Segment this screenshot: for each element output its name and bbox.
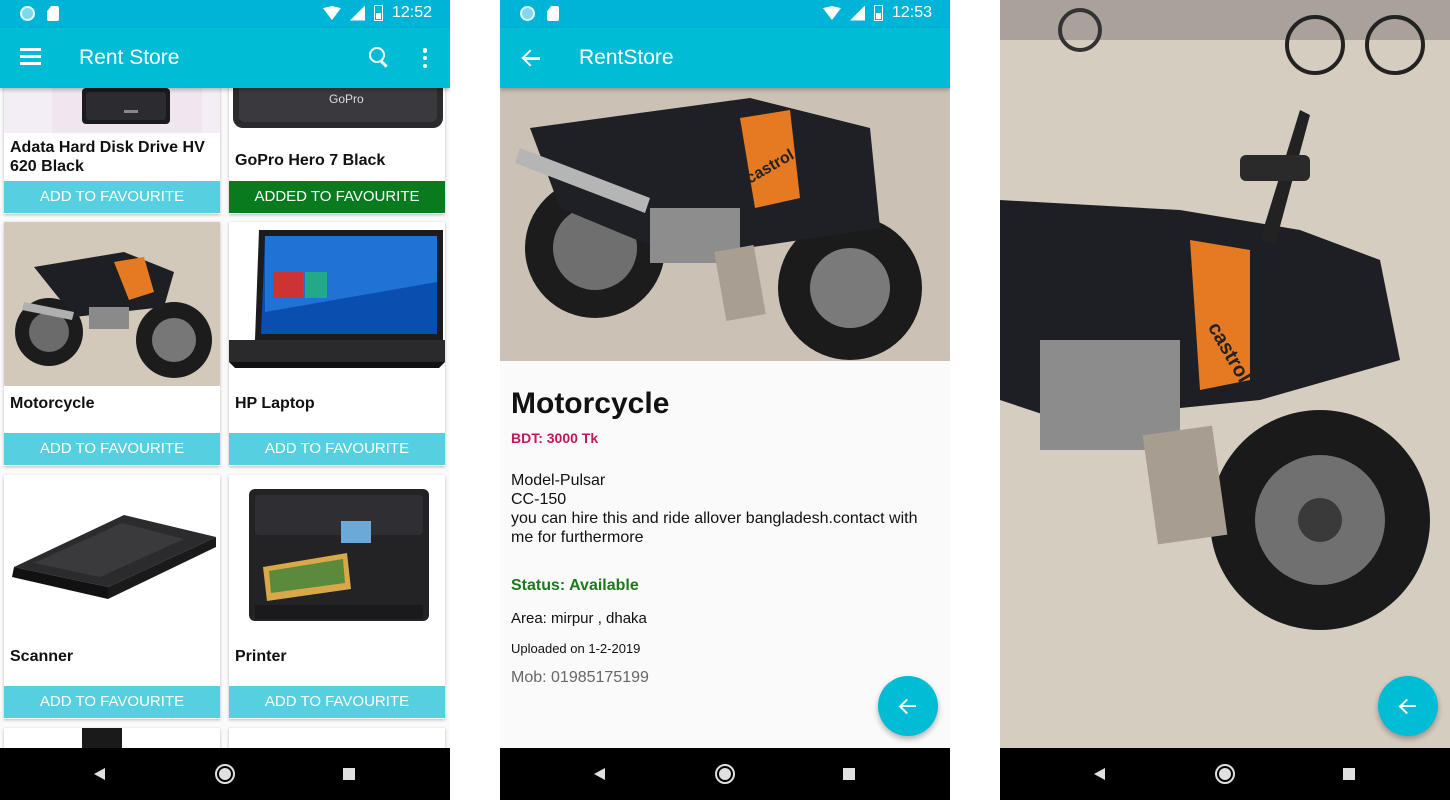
laptop-image	[229, 222, 445, 386]
description-line: Model-Pulsar	[511, 472, 606, 489]
product-card[interactable]: Motorcycle ADD TO FAVOURITE	[4, 222, 220, 466]
notification-icon	[20, 6, 35, 21]
status-bar: 12:53	[500, 0, 950, 28]
sd-card-icon	[547, 6, 559, 21]
search-icon[interactable]	[368, 46, 390, 68]
product-grid: Adata Hard Disk Drive HV 620 Black ADD T…	[0, 88, 450, 748]
nav-home-icon[interactable]	[215, 764, 235, 784]
status-time: 12:52	[391, 4, 432, 21]
product-name: GoPro Hero 7 Black	[235, 152, 386, 169]
status-bar: 12:52	[0, 0, 450, 28]
nav-home-icon[interactable]	[715, 764, 735, 784]
signal-icon	[849, 5, 865, 21]
fullscreen-image-screen: castrol	[1000, 0, 1450, 800]
add-to-favourite-button[interactable]: ADD TO FAVOURITE	[4, 433, 220, 465]
printer-image	[229, 475, 445, 639]
product-price: BDT: 3000 Tk	[511, 430, 599, 446]
product-card[interactable]: Printer ADD TO FAVOURITE	[229, 475, 445, 719]
nav-back-icon[interactable]	[94, 768, 105, 780]
product-card[interactable]	[229, 728, 445, 748]
description-line: CC-150	[511, 491, 567, 508]
add-to-favourite-button[interactable]: ADD TO FAVOURITE	[229, 433, 445, 465]
product-area: Area: mirpur , dhaka	[511, 610, 647, 627]
nav-back-icon[interactable]	[594, 768, 605, 780]
nav-recent-icon[interactable]	[843, 768, 855, 780]
wifi-icon	[322, 6, 341, 20]
nav-back-icon[interactable]	[1094, 768, 1105, 780]
add-to-favourite-button[interactable]: ADD TO FAVOURITE	[4, 686, 220, 718]
fab-back-button[interactable]	[878, 676, 938, 736]
nav-recent-icon[interactable]	[343, 768, 355, 780]
motorcycle-image	[4, 222, 220, 386]
wifi-icon	[822, 6, 841, 20]
nav-recent-icon[interactable]	[1343, 768, 1355, 780]
product-name: Printer	[235, 648, 287, 665]
gopro-logo: GoPro	[329, 92, 364, 106]
product-name: Motorcycle	[10, 395, 95, 412]
app-title: RentStore	[579, 46, 674, 69]
add-to-favourite-button[interactable]: ADD TO FAVOURITE	[4, 181, 220, 213]
product-card[interactable]	[4, 728, 220, 748]
add-to-favourite-button[interactable]: ADD TO FAVOURITE	[229, 686, 445, 718]
system-nav-bar	[1000, 748, 1450, 800]
fab-back-button[interactable]	[1378, 676, 1438, 736]
app-bar: RentStore	[500, 28, 950, 88]
product-description: Model-Pulsar CC-150 you can hire this an…	[511, 471, 941, 547]
menu-icon[interactable]	[20, 48, 41, 65]
motorcycle-photo[interactable]: castrol	[1000, 0, 1450, 748]
fab-back-icon	[899, 697, 917, 715]
nav-home-icon[interactable]	[1215, 764, 1235, 784]
notification-icon	[520, 6, 535, 21]
battery-icon	[873, 5, 883, 21]
more-vert-icon[interactable]	[422, 48, 428, 68]
sd-card-icon	[47, 6, 59, 21]
product-detail-screen: 12:53 RentStore castrol Motorcycle BDT: …	[500, 0, 950, 800]
availability-status: Status: Available	[511, 577, 639, 594]
product-card[interactable]: HP Laptop ADD TO FAVOURITE	[229, 222, 445, 466]
signal-icon	[349, 5, 365, 21]
product-name: HP Laptop	[235, 395, 315, 412]
description-line: you can hire this and ride allover bangl…	[511, 510, 922, 546]
upload-date: Uploaded on 1-2-2019	[511, 641, 641, 656]
scanner-image	[4, 475, 220, 639]
system-nav-bar	[0, 748, 450, 800]
battery-icon	[373, 5, 383, 21]
added-to-favourite-button[interactable]: ADDED TO FAVOURITE	[229, 181, 445, 213]
product-list-screen: 12:52 Rent Store Adata Hard Disk Drive H…	[0, 0, 450, 800]
product-title: Motorcycle	[511, 387, 670, 420]
product-name: Adata Hard Disk Drive HV 620 Black	[10, 139, 205, 175]
app-title: Rent Store	[79, 46, 180, 69]
product-card[interactable]: Scanner ADD TO FAVOURITE	[4, 475, 220, 719]
hard-disk-image	[4, 88, 220, 133]
fab-back-icon	[1399, 697, 1417, 715]
gopro-camera-image: GoPro	[229, 88, 445, 133]
mobile-number[interactable]: Mob: 01985175199	[511, 669, 649, 687]
status-time: 12:53	[891, 4, 932, 21]
product-card[interactable]: Adata Hard Disk Drive HV 620 Black ADD T…	[4, 88, 220, 214]
back-arrow-icon[interactable]	[520, 47, 542, 69]
product-hero-image[interactable]: castrol	[500, 88, 950, 361]
product-card[interactable]: GoPro GoPro Hero 7 Black ADDED TO FAVOUR…	[229, 88, 445, 214]
system-nav-bar	[500, 748, 950, 800]
app-bar: Rent Store	[0, 28, 450, 88]
product-name: Scanner	[10, 648, 74, 665]
